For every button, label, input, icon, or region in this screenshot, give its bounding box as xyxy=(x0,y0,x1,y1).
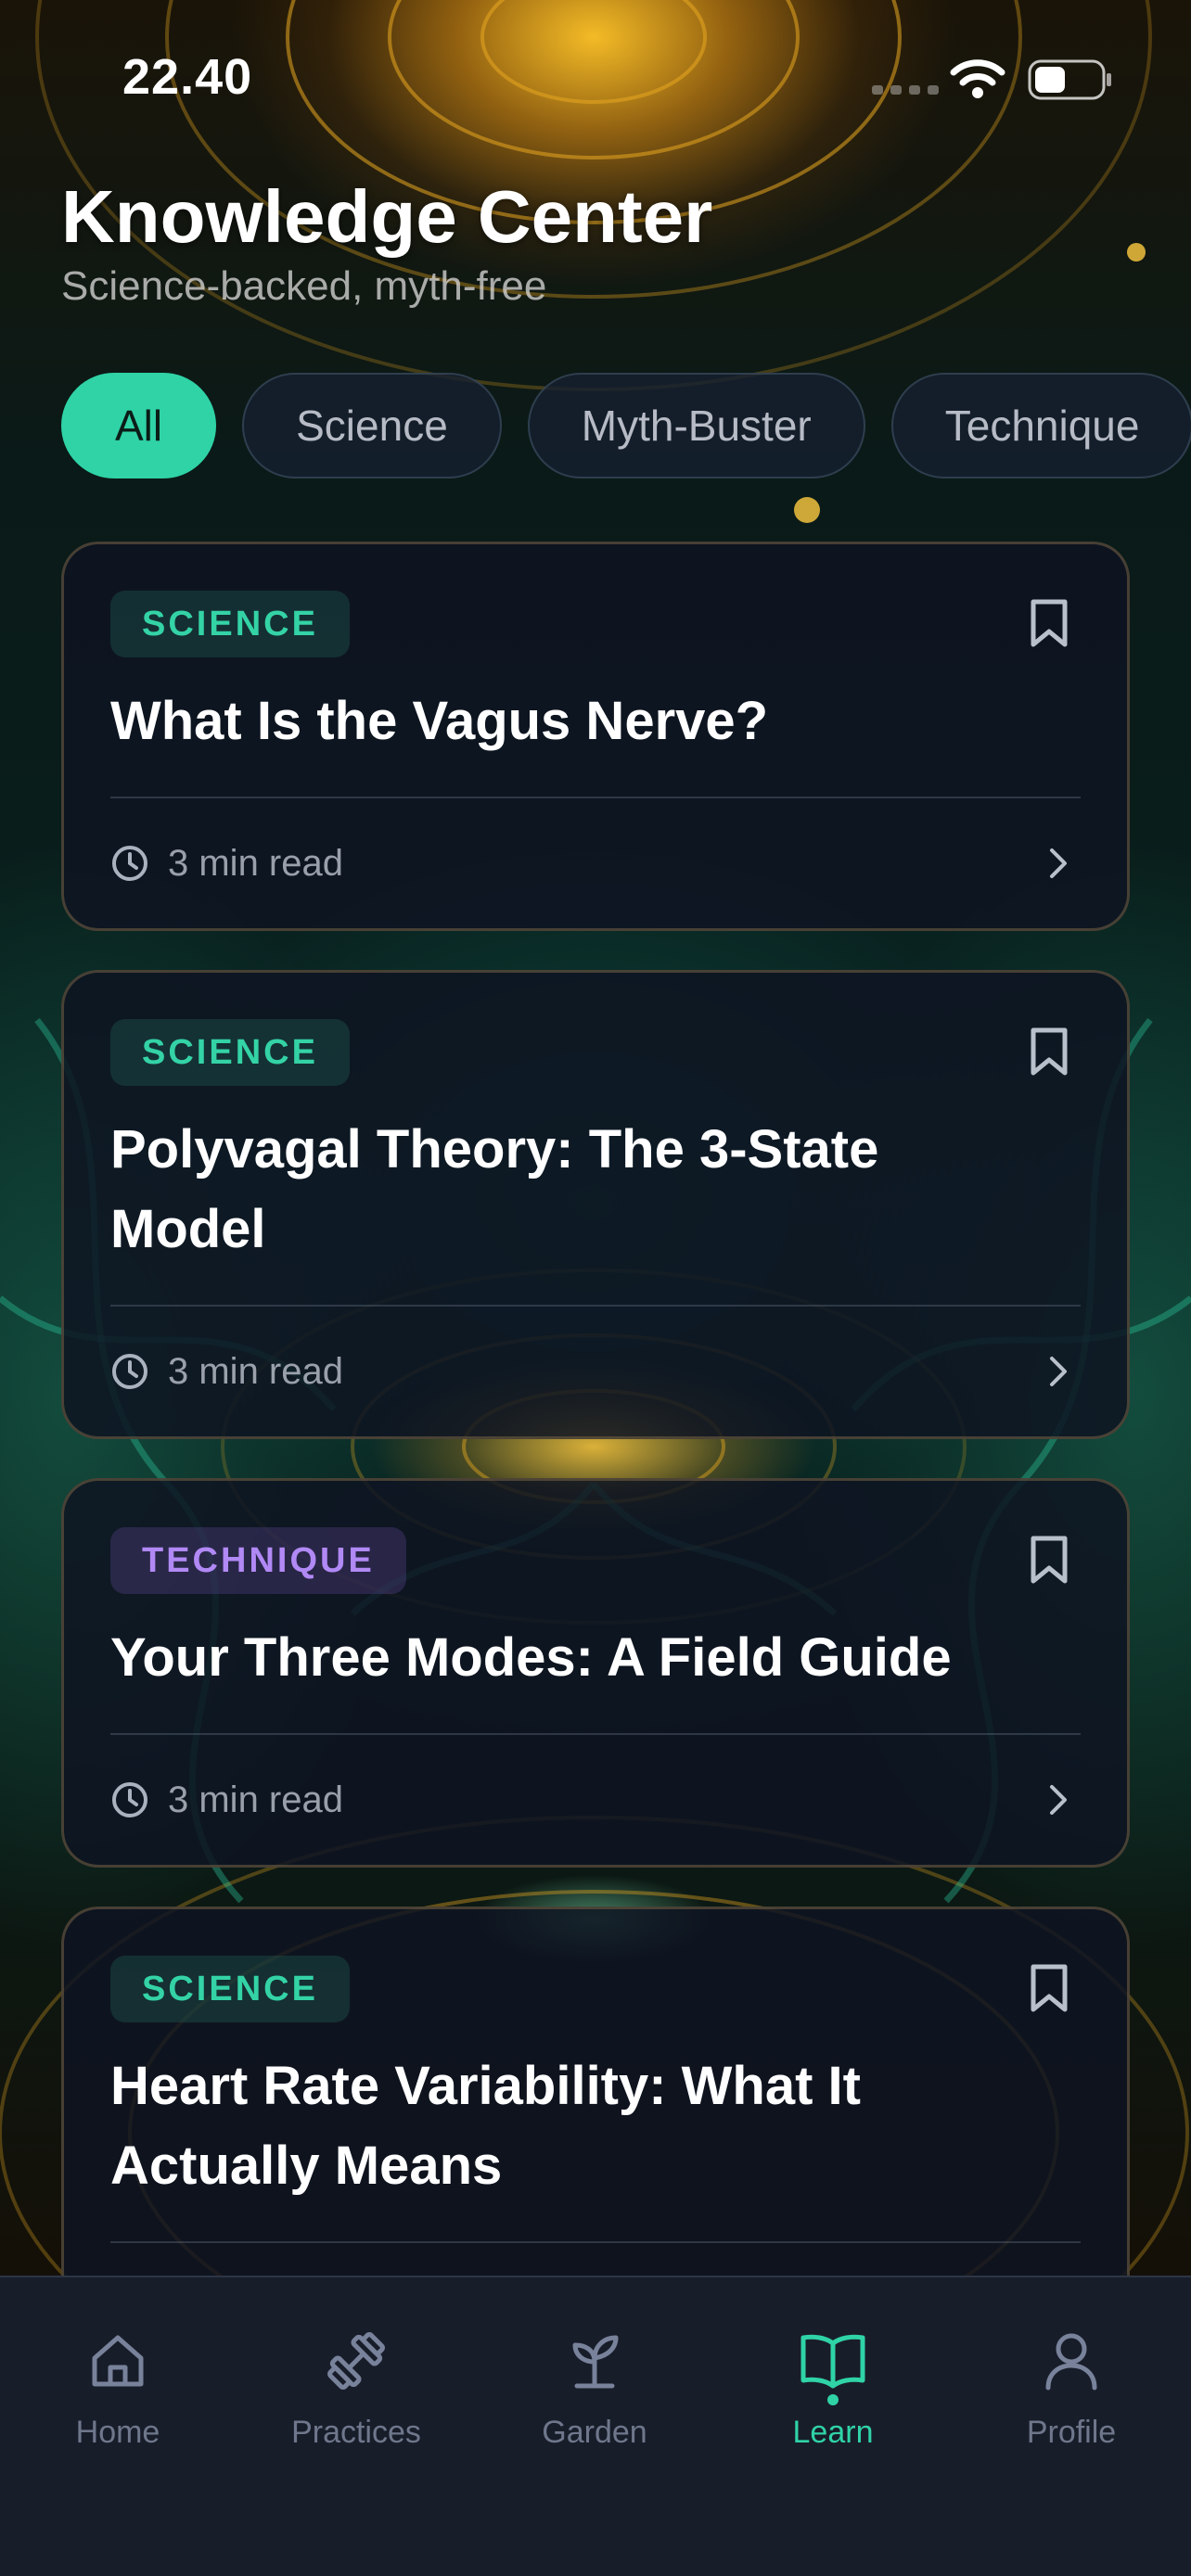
tab-label: Learn xyxy=(792,2415,874,2450)
active-tab-indicator xyxy=(827,2394,839,2405)
category-tag: TECHNIQUE xyxy=(110,1527,406,1594)
bookmark-icon[interactable] xyxy=(1029,1963,1069,2013)
book-open-icon xyxy=(800,2334,865,2389)
bookmark-icon[interactable] xyxy=(1029,598,1069,648)
filter-chip-all[interactable]: All xyxy=(61,373,217,478)
status-time: 22.40 xyxy=(122,49,253,105)
article-card[interactable]: SCIENCE What Is the Vagus Nerve? 3 min r… xyxy=(61,542,1130,931)
page-header: Knowledge Center Science-backed, myth-fr… xyxy=(61,172,712,310)
category-tag: SCIENCE xyxy=(110,591,350,657)
tab-label: Profile xyxy=(1026,2415,1117,2450)
clock-icon xyxy=(112,1782,147,1817)
cellular-signal-icon xyxy=(872,85,939,95)
tab-practices[interactable]: Practices xyxy=(254,2324,458,2451)
filter-chip-technique[interactable]: Technique xyxy=(890,373,1191,478)
article-title: What Is the Vagus Nerve? xyxy=(110,691,769,751)
tab-label: Garden xyxy=(542,2415,647,2450)
chevron-right-icon[interactable] xyxy=(1047,1783,1069,1817)
read-time: 3 min read xyxy=(110,843,343,885)
page-title: Knowledge Center xyxy=(61,175,713,258)
bottom-tab-bar: Home Practices Garden Learn Profile xyxy=(0,2276,1191,2576)
article-title: Your Three Modes: A Field Guide xyxy=(110,1627,952,1688)
status-bar: 22.40 xyxy=(0,0,1191,158)
wifi-icon xyxy=(950,59,1005,98)
sprout-icon xyxy=(572,2335,619,2389)
tab-garden[interactable]: Garden xyxy=(493,2324,697,2451)
read-time-label: 3 min read xyxy=(168,1350,343,1392)
tab-profile[interactable]: Profile xyxy=(969,2324,1173,2451)
category-tag: SCIENCE xyxy=(110,1019,350,1086)
article-list: SCIENCE What Is the Vagus Nerve? 3 min r… xyxy=(61,542,1130,2415)
tab-home[interactable]: Home xyxy=(16,2324,220,2451)
user-icon xyxy=(1045,2333,1097,2391)
filter-chip-myth-buster[interactable]: Myth-Buster xyxy=(527,373,865,478)
screen: 22.40 Knowledge Center Science-backed, m… xyxy=(0,0,1191,2576)
chevron-right-icon[interactable] xyxy=(1047,847,1069,880)
battery-icon xyxy=(1028,59,1111,100)
chevron-right-icon[interactable] xyxy=(1047,1355,1069,1388)
tab-label: Home xyxy=(75,2415,160,2450)
read-time: 3 min read xyxy=(110,1351,343,1393)
read-time: 3 min read xyxy=(110,1779,343,1821)
article-card[interactable]: TECHNIQUE Your Three Modes: A Field Guid… xyxy=(61,1478,1130,1868)
clock-icon xyxy=(112,1354,147,1389)
tab-label: Practices xyxy=(291,2415,421,2450)
clock-icon xyxy=(112,846,147,881)
dumbbell-icon xyxy=(327,2332,385,2390)
article-title: Heart Rate Variability: What It Actually… xyxy=(110,2056,861,2196)
filter-chip-science[interactable]: Science xyxy=(242,373,502,478)
card-footer: 3 min read xyxy=(110,797,1081,928)
home-icon xyxy=(92,2335,144,2387)
card-footer: 3 min read xyxy=(110,1733,1081,1865)
bookmark-icon[interactable] xyxy=(1029,1535,1069,1585)
tab-learn[interactable]: Learn xyxy=(731,2324,935,2451)
article-card[interactable]: SCIENCE Polyvagal Theory: The 3-State Mo… xyxy=(61,970,1130,1439)
read-time-label: 3 min read xyxy=(168,842,343,884)
article-title: Polyvagal Theory: The 3-State Model xyxy=(110,1119,879,1259)
page-subtitle: Science-backed, myth-free xyxy=(61,263,547,309)
category-tag: SCIENCE xyxy=(110,1956,350,2022)
read-time-label: 3 min read xyxy=(168,1779,343,1820)
bookmark-icon[interactable] xyxy=(1029,1027,1069,1077)
card-footer: 3 min read xyxy=(110,1305,1081,1436)
filter-chips: All Science Myth-Buster Technique xyxy=(61,373,1191,478)
